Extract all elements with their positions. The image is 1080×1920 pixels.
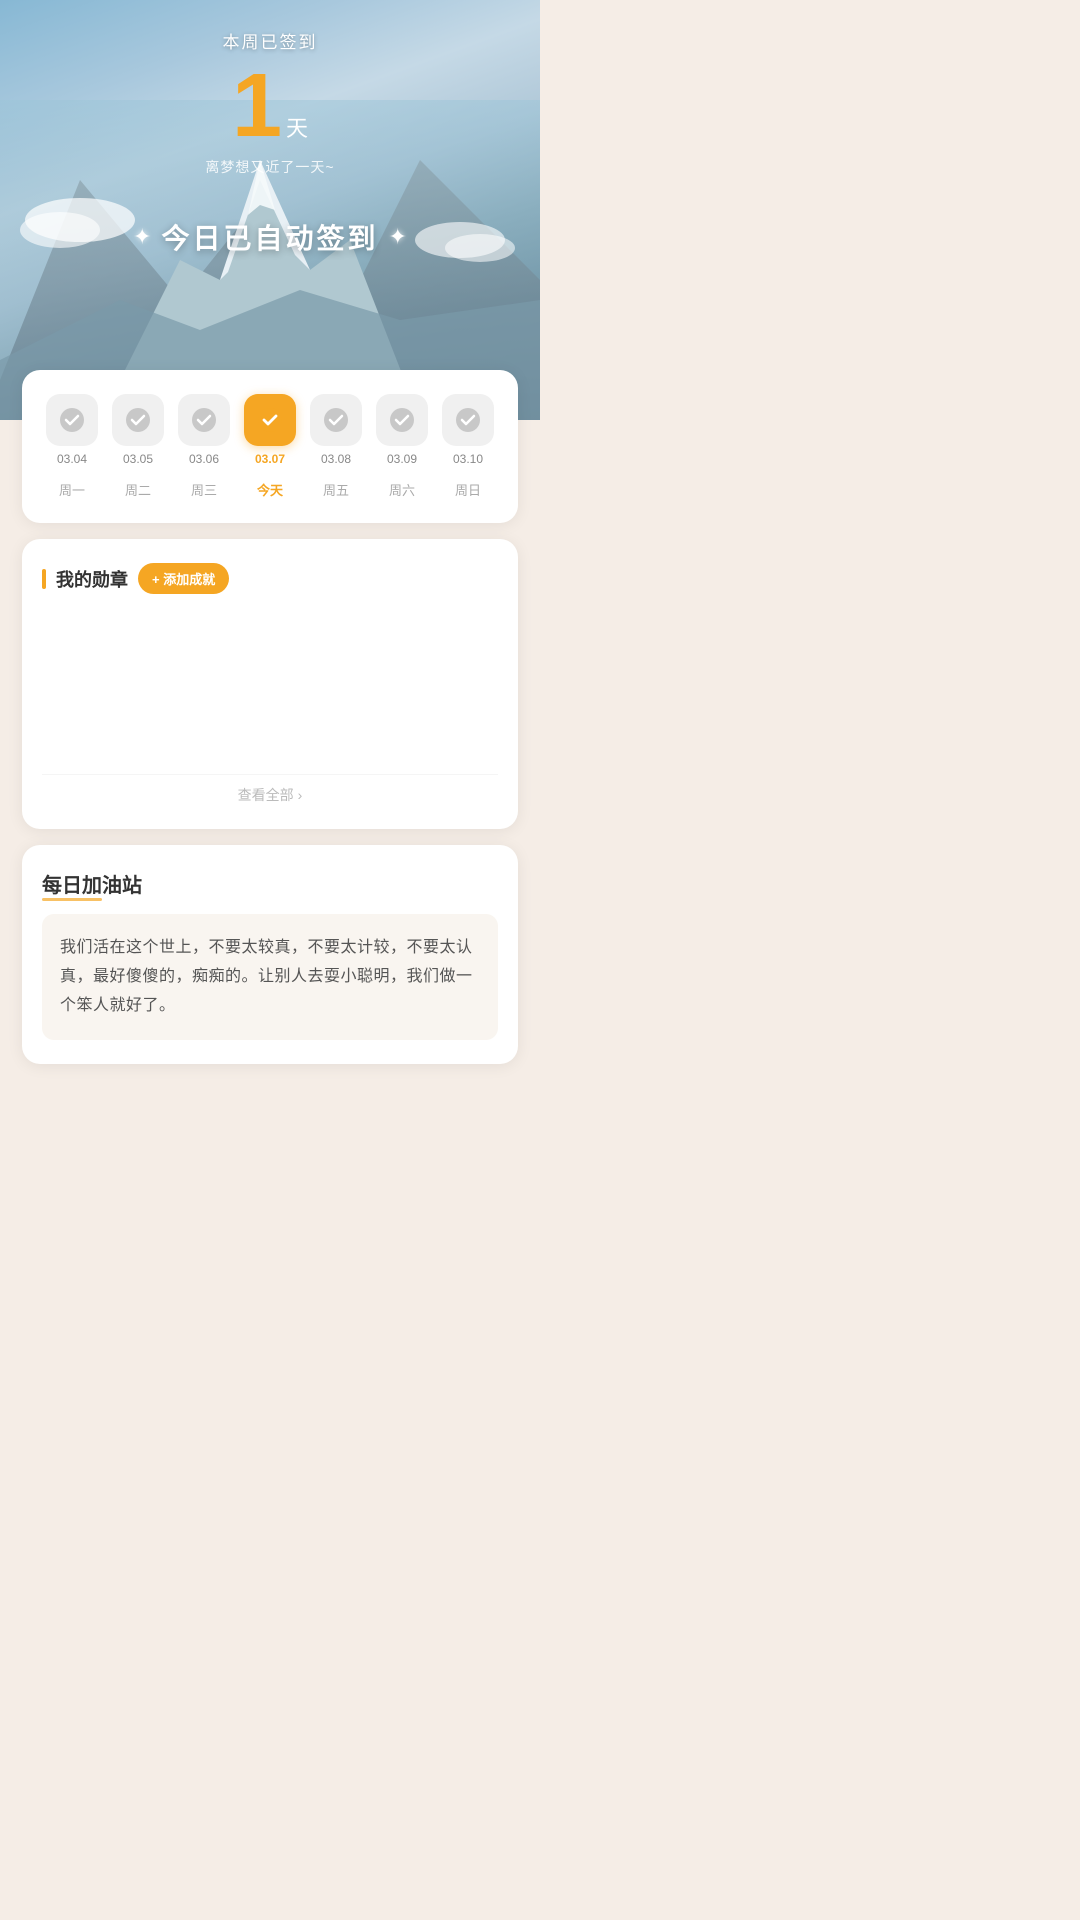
count-row: 1 天 [232, 61, 308, 151]
chevron-right-icon: › [298, 787, 303, 803]
view-all-label[interactable]: 查看全部 [238, 785, 294, 805]
auto-signed-text: 今日已自动签到 [161, 217, 378, 257]
day-date-sun: 03.10 [453, 452, 483, 466]
day-circle-sun [442, 394, 494, 446]
cards-container: 03.04 03.05 [0, 370, 540, 1094]
day-date-sat: 03.09 [387, 452, 417, 466]
day-date-tue: 03.05 [123, 452, 153, 466]
day-circle-sat [376, 394, 428, 446]
daily-quote-box: 我们活在这个世上，不要太较真，不要太计较，不要太认真，最好傻傻的，痴痴的。让别人… [42, 914, 498, 1040]
add-achievement-button[interactable]: + 添加成就 [138, 563, 229, 594]
day-date-fri: 03.08 [321, 452, 351, 466]
check-icon-tue [124, 406, 152, 434]
day-item-sat: 03.09 [372, 394, 432, 466]
day-circle-mon [46, 394, 98, 446]
hero-section: 本周已签到 1 天 离梦想又近了一天~ ✦ 今日已自动签到 ✦ [0, 0, 540, 420]
day-circle-tue [112, 394, 164, 446]
day-name-today: 今天 [240, 480, 300, 499]
daily-quote-text: 我们活在这个世上，不要太较真，不要太计较，不要太认真，最好傻傻的，痴痴的。让别人… [60, 934, 480, 1020]
day-names-row: 周一 周二 周三 今天 周五 周六 周日 [42, 480, 498, 499]
day-item-tue: 03.05 [108, 394, 168, 466]
sparkle-right-icon: ✦ [389, 224, 407, 250]
day-date-wed: 03.06 [189, 452, 219, 466]
day-item-fri: 03.08 [306, 394, 366, 466]
weekly-signed-label: 本周已签到 [223, 28, 318, 53]
daily-card: 每日加油站 我们活在这个世上，不要太较真，不要太计较，不要太认真，最好傻傻的，痴… [22, 845, 518, 1064]
week-days-row: 03.04 03.05 [42, 394, 498, 466]
check-icon-mon [58, 406, 86, 434]
check-icon-fri [322, 406, 350, 434]
badge-indicator [42, 569, 46, 589]
day-circle-today [244, 394, 296, 446]
day-item-today: 03.07 [240, 394, 300, 466]
daily-title: 每日加油站 [42, 869, 142, 898]
badge-card: 我的勋章 + 添加成就 查看全部 › [22, 539, 518, 829]
day-name-mon: 周一 [42, 480, 102, 499]
day-name-sun: 周日 [438, 480, 498, 499]
auto-signed-row: ✦ 今日已自动签到 ✦ [133, 217, 407, 257]
day-name-wed: 周三 [174, 480, 234, 499]
day-circle-fri [310, 394, 362, 446]
day-date-mon: 03.04 [57, 452, 87, 466]
view-all-row[interactable]: 查看全部 › [42, 774, 498, 805]
check-icon-wed [190, 406, 218, 434]
count-number: 1 [232, 61, 282, 151]
hero-subtitle: 离梦想又近了一天~ [205, 157, 334, 177]
day-date-today: 03.07 [255, 452, 285, 466]
day-name-sat: 周六 [372, 480, 432, 499]
badge-title: 我的勋章 [56, 566, 128, 592]
check-icon-today [256, 406, 284, 434]
day-circle-wed [178, 394, 230, 446]
day-name-tue: 周二 [108, 480, 168, 499]
day-item-mon: 03.04 [42, 394, 102, 466]
week-card: 03.04 03.05 [22, 370, 518, 523]
check-icon-sat [388, 406, 416, 434]
badge-header: 我的勋章 + 添加成就 [42, 563, 498, 594]
day-item-sun: 03.10 [438, 394, 498, 466]
badge-empty-area [42, 614, 498, 774]
daily-header: 每日加油站 [42, 869, 498, 898]
count-unit: 天 [286, 111, 308, 143]
check-icon-sun [454, 406, 482, 434]
sparkle-left-icon: ✦ [133, 224, 151, 250]
daily-underline [42, 898, 102, 901]
day-name-fri: 周五 [306, 480, 366, 499]
day-item-wed: 03.06 [174, 394, 234, 466]
